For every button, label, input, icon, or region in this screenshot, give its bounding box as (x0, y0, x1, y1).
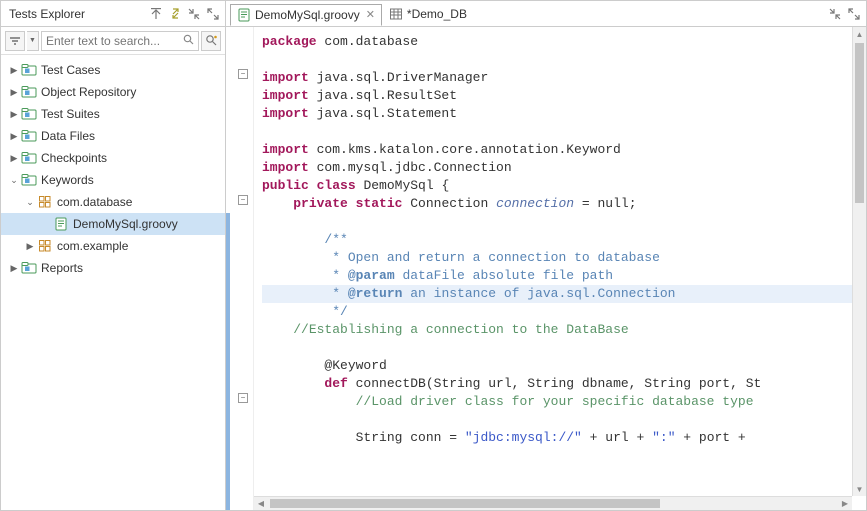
search-field-wrap (41, 31, 199, 51)
groovy-file-icon (53, 217, 69, 231)
tab-label: *Demo_DB (407, 7, 467, 21)
scroll-thumb[interactable] (270, 499, 660, 508)
minimize-icon[interactable] (827, 6, 843, 22)
tree-item-object-repo[interactable]: ▶ Object Repository (1, 81, 225, 103)
scroll-up-arrow[interactable]: ▲ (853, 27, 866, 41)
table-icon (389, 7, 403, 21)
tree-item-com-example[interactable]: ▶ com.example (1, 235, 225, 257)
explorer-header: Tests Explorer (1, 1, 225, 27)
tab-demodb[interactable]: *Demo_DB (382, 3, 474, 25)
fold-minus-icon[interactable]: − (238, 393, 248, 403)
tree-item-checkpoints[interactable]: ▶ Checkpoints (1, 147, 225, 169)
editor-area: DemoMySql.groovy ✕ *Demo_DB − − − packag… (226, 1, 866, 510)
chevron-right-icon[interactable]: ▶ (7, 85, 21, 99)
tree-label: Checkpoints (41, 151, 107, 165)
chevron-right-icon[interactable]: ▶ (7, 261, 21, 275)
chevron-down-icon[interactable]: ⌄ (23, 195, 37, 209)
filter-button[interactable] (5, 31, 25, 51)
tree-item-reports[interactable]: ▶ Reports (1, 257, 225, 279)
code-editor[interactable]: − − − package com.database import java.s… (226, 27, 866, 510)
tree-label: Test Suites (41, 107, 100, 121)
chevron-right-icon[interactable]: ▶ (7, 129, 21, 143)
tree-item-keywords[interactable]: ⌄ Keywords (1, 169, 225, 191)
folder-icon (21, 173, 37, 187)
chevron-down-icon[interactable]: ⌄ (7, 173, 21, 187)
horizontal-scrollbar[interactable]: ◀ ▶ (254, 496, 852, 510)
tree-label: Reports (41, 261, 83, 275)
package-icon (37, 195, 53, 209)
scroll-left-arrow[interactable]: ◀ (254, 497, 268, 510)
chevron-right-icon[interactable]: ▶ (7, 151, 21, 165)
tree-label: com.database (57, 195, 132, 209)
scroll-down-arrow[interactable]: ▼ (853, 482, 866, 496)
tab-demomysql[interactable]: DemoMySql.groovy ✕ (230, 4, 382, 26)
vertical-scrollbar[interactable]: ▲ ▼ (852, 27, 866, 496)
folder-icon (21, 107, 37, 121)
tree-view[interactable]: ▶ Test Cases ▶ Object Repository ▶ Test … (1, 55, 225, 510)
folder-icon (21, 63, 37, 77)
fold-minus-icon[interactable]: − (238, 69, 248, 79)
search-input[interactable] (46, 34, 194, 48)
close-icon[interactable]: ✕ (366, 8, 375, 21)
scroll-thumb[interactable] (855, 43, 864, 203)
tree-label: com.example (57, 239, 128, 253)
filter-dropdown[interactable]: ▼ (27, 31, 39, 51)
folder-icon (21, 261, 37, 275)
tree-label: Object Repository (41, 85, 136, 99)
folder-icon (21, 151, 37, 165)
groovy-file-icon (237, 8, 251, 22)
tree-item-com-database[interactable]: ⌄ com.database (1, 191, 225, 213)
tree-label: Test Cases (41, 63, 100, 77)
minimize-icon[interactable] (186, 6, 202, 22)
tree-item-test-cases[interactable]: ▶ Test Cases (1, 59, 225, 81)
explorer-title: Tests Explorer (5, 7, 148, 21)
advanced-search-button[interactable] (201, 31, 221, 51)
editor-tab-bar: DemoMySql.groovy ✕ *Demo_DB (226, 1, 866, 27)
fold-minus-icon[interactable]: − (238, 195, 248, 205)
maximize-icon[interactable] (846, 6, 862, 22)
search-icon (183, 34, 194, 48)
tree-item-test-suites[interactable]: ▶ Test Suites (1, 103, 225, 125)
change-marker (226, 213, 230, 510)
tests-explorer-panel: Tests Explorer ▼ ▶ Test Cases ▶ Object R… (1, 1, 226, 510)
tree-item-data-files[interactable]: ▶ Data Files (1, 125, 225, 147)
chevron-right-icon[interactable]: ▶ (7, 63, 21, 77)
tree-label: Data Files (41, 129, 95, 143)
chevron-right-icon[interactable]: ▶ (23, 239, 37, 253)
tree-label: Keywords (41, 173, 94, 187)
code-text[interactable]: package com.database import java.sql.Dri… (254, 27, 866, 510)
collapse-top-icon[interactable] (148, 6, 164, 22)
tree-item-demomysql[interactable]: ▶ DemoMySql.groovy (1, 213, 225, 235)
link-icon[interactable] (167, 6, 183, 22)
maximize-icon[interactable] (205, 6, 221, 22)
scroll-right-arrow[interactable]: ▶ (838, 497, 852, 510)
package-icon (37, 239, 53, 253)
tree-label: DemoMySql.groovy (73, 217, 178, 231)
chevron-right-icon[interactable]: ▶ (7, 107, 21, 121)
folder-icon (21, 85, 37, 99)
folder-icon (21, 129, 37, 143)
search-row: ▼ (1, 27, 225, 55)
gutter: − − − (226, 27, 254, 510)
tab-label: DemoMySql.groovy (255, 8, 360, 22)
